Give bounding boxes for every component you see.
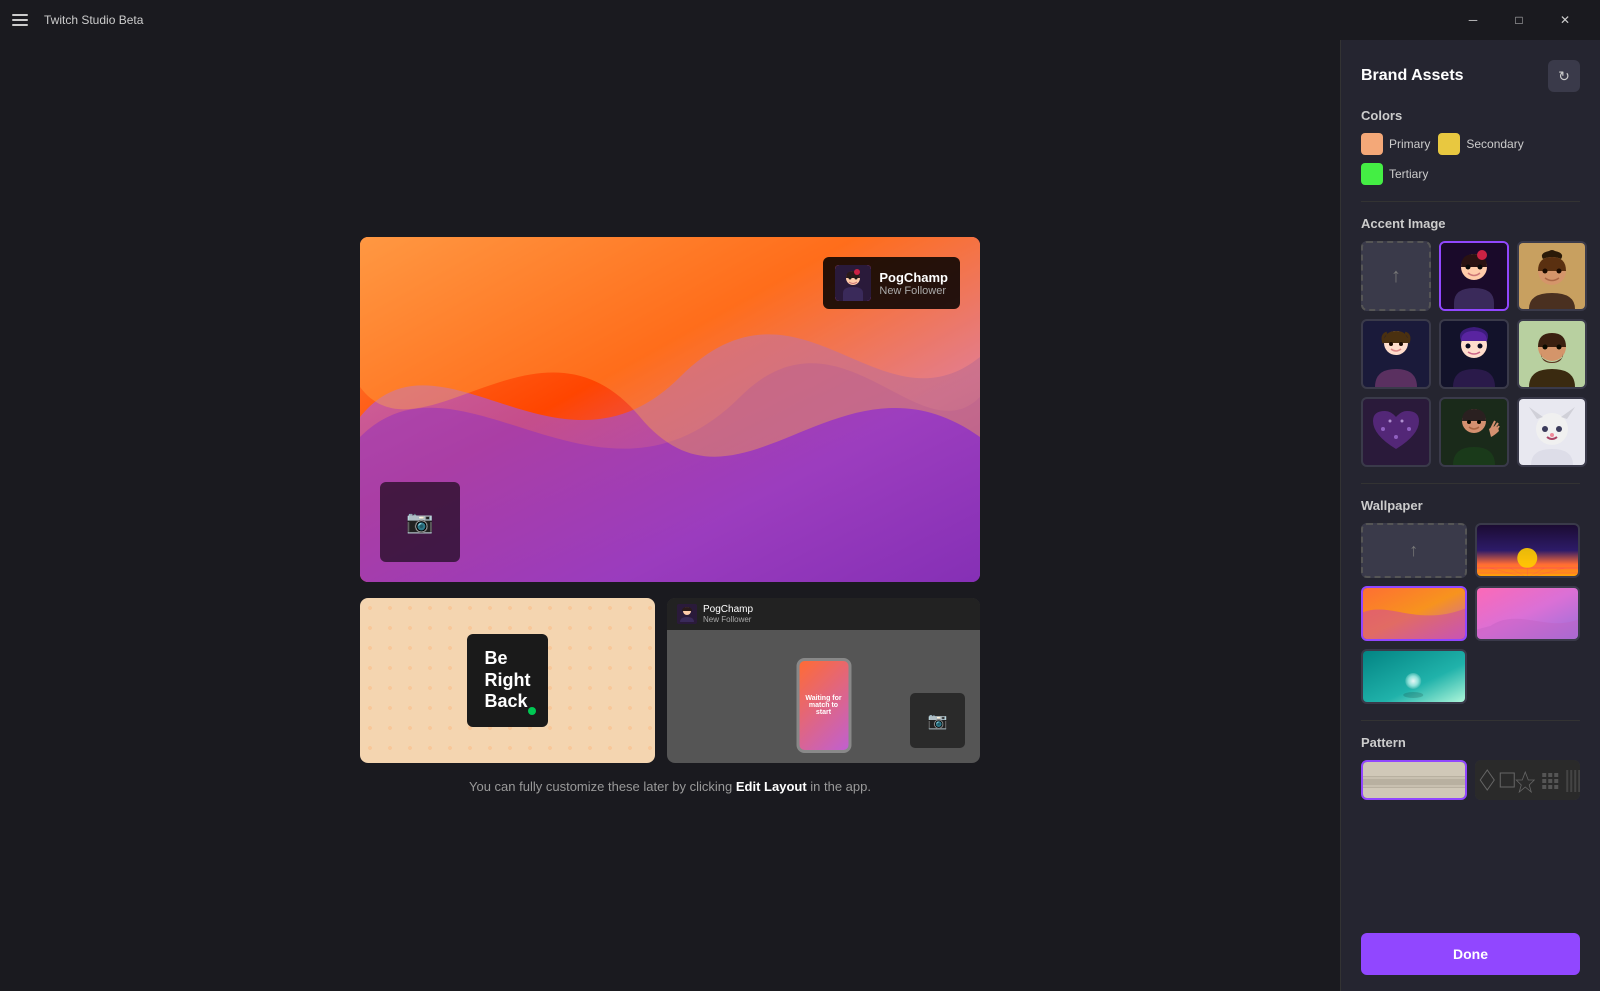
done-section: Done [1341, 921, 1600, 991]
wallpaper-upload[interactable]: ↑ [1361, 523, 1467, 578]
phone-screen-text: Waiting for match to start [799, 691, 848, 720]
main-camera-box: 📷 [380, 482, 460, 562]
upload-icon: ↑ [1391, 265, 1401, 288]
wallpaper-grid: ↑ [1361, 523, 1580, 704]
panel-header: Brand Assets ↻ [1341, 40, 1600, 108]
brb-preview: Be Right Back [360, 598, 655, 763]
color-primary[interactable]: Primary [1361, 133, 1430, 155]
accent-section: ↑ [1341, 241, 1600, 483]
wallpaper-retro[interactable] [1475, 523, 1581, 578]
accent-item-5[interactable] [1517, 319, 1587, 389]
wallpaper-section: ↑ [1341, 523, 1600, 720]
waiting-preview: PogChamp New Follower Waiting for match … [667, 598, 980, 763]
waiting-phone: Waiting for match to start [796, 658, 851, 753]
waiting-camera-icon: 📷 [928, 711, 948, 731]
wallpaper-upload-icon: ↑ [1409, 540, 1418, 561]
accent-label: Accent Image [1341, 216, 1600, 241]
done-button[interactable]: Done [1361, 933, 1580, 975]
wallpaper-label: Wallpaper [1341, 498, 1600, 523]
colors-grid: Primary Secondary Tertiary [1361, 133, 1580, 185]
camera-icon: 📷 [406, 509, 433, 535]
colors-section: Primary Secondary Tertiary [1341, 133, 1600, 201]
preview-notification: PogChamp New Follower [823, 257, 960, 309]
colors-label: Colors [1341, 108, 1600, 133]
waiting-user-info: PogChamp New Follower [703, 604, 753, 624]
tertiary-label: Tertiary [1389, 167, 1428, 181]
notif-username: PogChamp [879, 270, 948, 285]
panel-title: Brand Assets [1361, 67, 1464, 85]
main-preview: PogChamp New Follower 📷 [360, 237, 980, 582]
left-area: PogChamp New Follower 📷 Be Right Back [0, 40, 1340, 991]
notif-subtitle: New Follower [879, 285, 948, 297]
divider-2 [1361, 483, 1580, 484]
customize-hint: You can fully customize these later by c… [469, 779, 871, 794]
tertiary-swatch [1361, 163, 1383, 185]
titlebar: Twitch Studio Beta ─ □ ✕ [0, 0, 1600, 40]
brb-text: Be Right Back [485, 648, 531, 713]
primary-swatch [1361, 133, 1383, 155]
color-tertiary[interactable]: Tertiary [1361, 163, 1428, 185]
accent-item-2[interactable] [1517, 241, 1587, 311]
pattern-item-1[interactable] [1361, 760, 1467, 800]
notif-avatar [835, 265, 871, 301]
accent-item-4[interactable] [1439, 319, 1509, 389]
phone-frame: Waiting for match to start [796, 658, 851, 753]
brb-card: Be Right Back [467, 634, 549, 727]
close-button[interactable]: ✕ [1542, 0, 1588, 40]
divider-3 [1361, 720, 1580, 721]
accent-item-1[interactable] [1439, 241, 1509, 311]
minimize-button[interactable]: ─ [1450, 0, 1496, 40]
wallpaper-pink[interactable] [1475, 586, 1581, 641]
primary-label: Primary [1389, 137, 1430, 151]
brb-status-dot [528, 707, 536, 715]
main-content: PogChamp New Follower 📷 Be Right Back [0, 40, 1600, 991]
notif-text: PogChamp New Follower [879, 270, 948, 297]
menu-button[interactable] [12, 10, 32, 30]
accent-item-6[interactable] [1361, 397, 1431, 467]
secondary-swatch [1438, 133, 1460, 155]
waiting-avatar [677, 604, 697, 624]
wallpaper-abstract[interactable] [1361, 586, 1467, 641]
waiting-subtitle: New Follower [703, 615, 753, 624]
secondary-label: Secondary [1466, 137, 1523, 151]
pattern-grid [1361, 760, 1580, 800]
accent-grid: ↑ [1361, 241, 1580, 467]
color-secondary[interactable]: Secondary [1438, 133, 1523, 155]
waiting-top-bar: PogChamp New Follower [667, 598, 980, 630]
right-panel: Brand Assets ↻ Colors Primary Secondary … [1340, 40, 1600, 991]
pattern-item-2[interactable] [1475, 760, 1581, 800]
wallpaper-teal[interactable] [1361, 649, 1467, 704]
window-controls: ─ □ ✕ [1450, 0, 1588, 40]
maximize-button[interactable]: □ [1496, 0, 1542, 40]
app-title: Twitch Studio Beta [44, 13, 143, 27]
pattern-label: Pattern [1341, 735, 1600, 760]
preview-bottom-row: Be Right Back [360, 598, 980, 763]
accent-item-8[interactable] [1517, 397, 1587, 467]
waiting-camera-box: 📷 [910, 693, 965, 748]
accent-item-3[interactable] [1361, 319, 1431, 389]
pattern-section [1341, 760, 1600, 816]
accent-item-7[interactable] [1439, 397, 1509, 467]
divider-1 [1361, 201, 1580, 202]
waiting-username: PogChamp [703, 604, 753, 615]
accent-upload[interactable]: ↑ [1361, 241, 1431, 311]
refresh-button[interactable]: ↻ [1548, 60, 1580, 92]
